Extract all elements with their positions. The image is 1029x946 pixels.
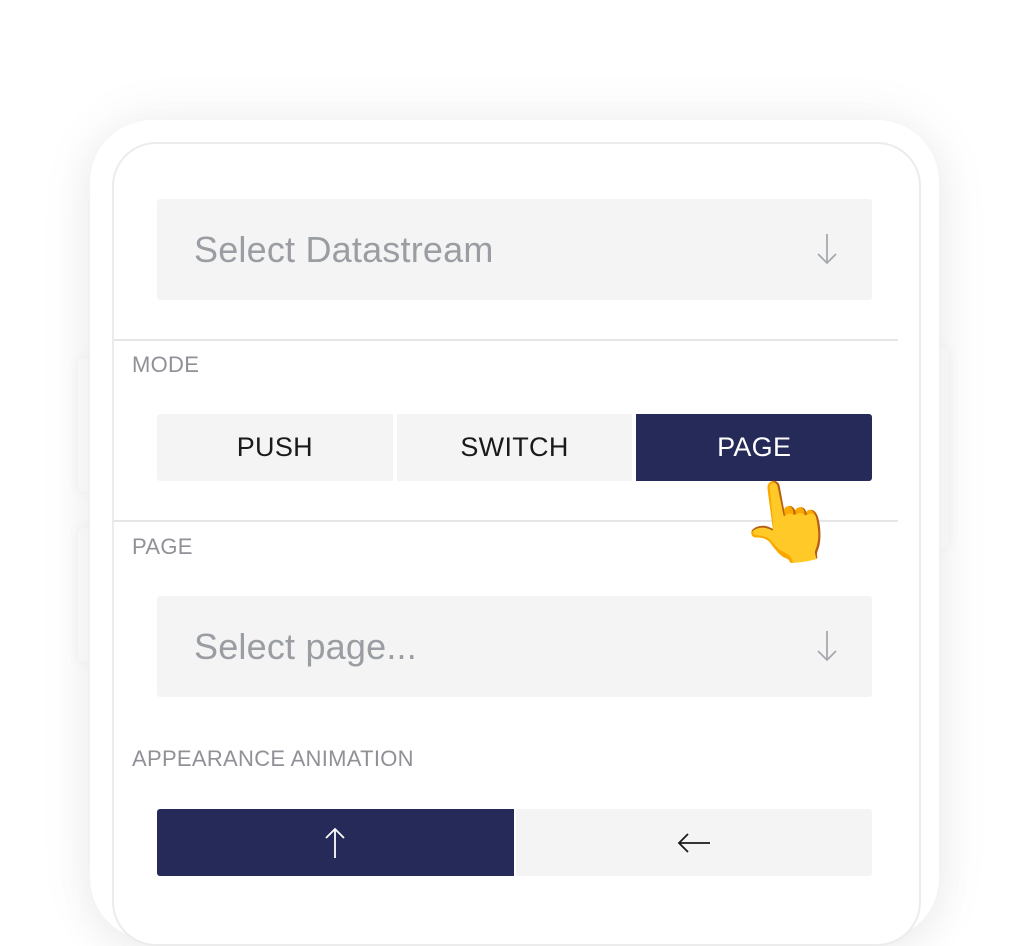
- appearance-animation-label: APPEARANCE ANIMATION: [132, 746, 414, 771]
- arrow-down-icon: [817, 631, 837, 662]
- arrow-left-icon: [677, 832, 710, 853]
- arrow-up-icon: [325, 827, 345, 858]
- datastream-placeholder: Select Datastream: [194, 229, 494, 270]
- animation-option-left[interactable]: [515, 809, 872, 876]
- mode-option-page[interactable]: PAGE: [636, 414, 872, 481]
- mode-segmented-control: PUSH SWITCH PAGE: [157, 414, 872, 481]
- arrow-down-icon: [817, 234, 837, 265]
- page-placeholder: Select page...: [194, 626, 417, 667]
- animation-segmented-control: [157, 809, 872, 876]
- mode-label: MODE: [132, 352, 200, 377]
- pointing-hand-icon: 👆: [732, 470, 844, 573]
- mode-option-switch[interactable]: SWITCH: [396, 414, 633, 481]
- datastream-select[interactable]: Select Datastream: [157, 199, 872, 300]
- page-select[interactable]: Select page...: [157, 596, 872, 697]
- mode-option-push[interactable]: PUSH: [157, 414, 393, 481]
- animation-option-up[interactable]: [157, 809, 514, 876]
- page-label: PAGE: [132, 534, 193, 559]
- section-divider: [114, 339, 898, 341]
